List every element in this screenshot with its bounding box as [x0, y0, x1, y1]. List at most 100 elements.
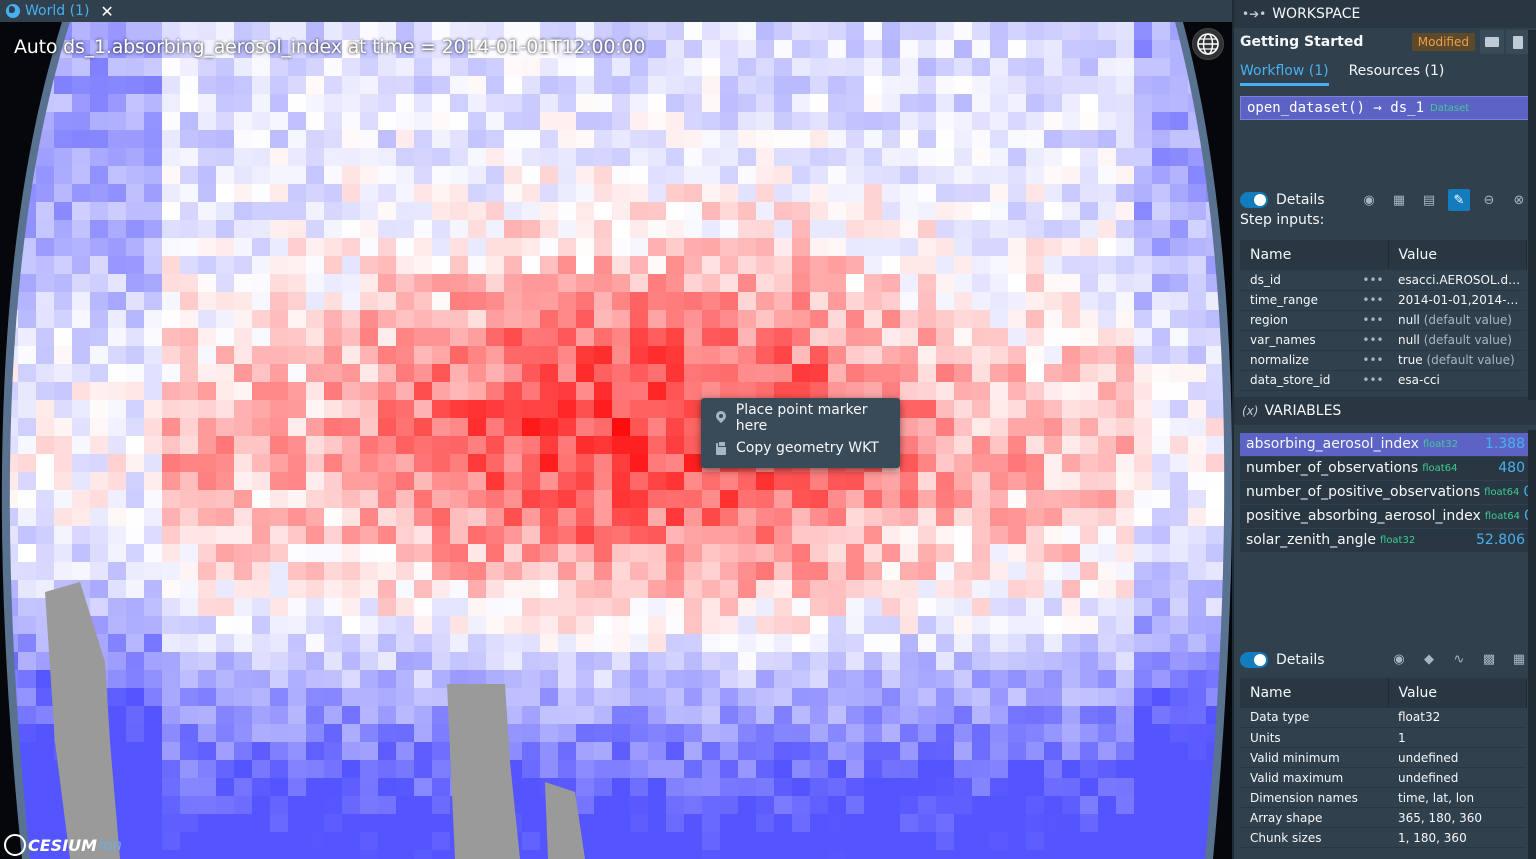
table-icon[interactable]: ▦	[1388, 189, 1410, 211]
variable-value: 1.388	[1484, 436, 1525, 452]
variable-name: absorbing_aerosol_index	[1246, 436, 1419, 452]
workflow-step-label: open_dataset() → ds_1	[1247, 100, 1425, 116]
globe-icon	[6, 4, 20, 18]
property-name: Units	[1240, 727, 1388, 748]
projection-toggle-button[interactable]	[1192, 28, 1224, 60]
workspace-tabs: Workflow (1) Resources (1)	[1234, 56, 1536, 86]
tab-workflow[interactable]: Workflow (1)	[1240, 63, 1329, 86]
input-name: data_store_id	[1240, 370, 1358, 391]
variable-name: positive_absorbing_aerosol_index	[1246, 508, 1481, 524]
property-name: Dimension names	[1240, 787, 1388, 808]
aerosol-heatmap-layer	[9, 22, 1225, 859]
map-marker-icon	[715, 411, 727, 425]
list-item[interactable]: number_of_observations float64 480	[1240, 456, 1530, 481]
remove-icon[interactable]: ⊖	[1478, 189, 1500, 211]
view-tab-bar: World (1) ✕	[0, 0, 1232, 22]
variables-list: absorbing_aerosol_index float32 1.388 numbe…	[1240, 432, 1533, 553]
column-header-value: Value	[1388, 240, 1527, 270]
property-value: float32	[1388, 707, 1526, 728]
table-row[interactable]: region ••• null (default value)	[1240, 310, 1526, 331]
variable-type: float32	[1422, 438, 1459, 450]
globe-canvas[interactable]	[0, 22, 1232, 859]
eye-icon[interactable]: ◉	[1388, 649, 1410, 671]
globe-icon	[1197, 33, 1219, 55]
input-name: var_names	[1240, 330, 1358, 351]
input-name: normalize	[1240, 350, 1358, 371]
list-item[interactable]: solar_zenith_angle float32 52.806	[1240, 528, 1530, 553]
table-row[interactable]: time_range•••2014-01-01,2014-12-31	[1240, 290, 1526, 311]
close-icon[interactable]: ✕	[100, 2, 113, 21]
cesium-ion-logo[interactable]: CESIUM ion	[4, 834, 122, 856]
table-icon[interactable]: ▦	[1508, 649, 1530, 671]
edit-icon[interactable]: ✎	[1448, 189, 1470, 211]
column-header-value: Value	[1388, 677, 1527, 708]
more-icon[interactable]: •••	[1358, 350, 1388, 371]
more-icon[interactable]: •••	[1358, 330, 1388, 351]
variable-name: number_of_positive_observations	[1246, 484, 1481, 500]
more-icon[interactable]: •••	[1358, 270, 1388, 291]
more-icon[interactable]: •••	[1358, 290, 1388, 311]
tab-resources[interactable]: Resources (1)	[1349, 63, 1445, 85]
property-name: Valid maximum	[1240, 767, 1388, 788]
tab-world[interactable]: World (1) ✕	[0, 0, 120, 22]
details-toggle[interactable]	[1240, 651, 1268, 668]
more-icon[interactable]: •••	[1358, 370, 1388, 391]
tab-world-label: World (1)	[25, 3, 90, 19]
save-icon[interactable]: ▤	[1418, 189, 1440, 211]
bar-chart-icon[interactable]: ▩	[1478, 649, 1500, 671]
variables-scrollbar[interactable]	[1528, 430, 1536, 859]
table-row[interactable]: var_names ••• null (default value)	[1240, 330, 1526, 351]
variable-type: float64	[1422, 462, 1458, 474]
list-item[interactable]: number_of_positive_observationsfloat640	[1240, 480, 1532, 505]
step-inputs-table: Name Value ds_id ••• esacci.AEROSOL.day… t…	[1240, 240, 1527, 391]
table-row: Chunk sizes 1, 180, 360	[1240, 827, 1526, 848]
variables-header-label: VARIABLES	[1264, 402, 1342, 419]
right-panel: •➔• WORKSPACE Getting Started Modified W…	[1232, 0, 1536, 859]
open-workspace-button[interactable]	[1480, 30, 1504, 54]
workspace-header: •➔• WORKSPACE	[1234, 0, 1536, 28]
clipboard-icon	[715, 441, 727, 455]
world-view[interactable]: World (1) ✕ Auto ds_1.absorbing_aerosol_…	[0, 0, 1232, 859]
workflow-icon: •➔•	[1242, 7, 1267, 21]
list-item[interactable]: absorbing_aerosol_index float32 1.388	[1240, 432, 1530, 457]
save-workspace-button[interactable]	[1506, 30, 1530, 54]
table-row[interactable]: data_store_id ••• esa-cci	[1240, 370, 1526, 391]
more-icon[interactable]: •••	[1358, 310, 1388, 331]
list-item[interactable]: positive_absorbing_aerosol_indexfloat640	[1240, 504, 1533, 529]
cesium-logo-icon	[4, 834, 26, 856]
delete-icon[interactable]: ⊗	[1508, 189, 1530, 211]
column-header-name: Name	[1240, 240, 1389, 270]
clipboard-icon	[1513, 35, 1523, 49]
eye-icon[interactable]: ◉	[1358, 189, 1380, 211]
variable-details-row: Details ◉ ◆ ∿ ▩ ▦	[1234, 648, 1536, 672]
layers-icon[interactable]: ◆	[1418, 649, 1440, 671]
menu-item-place-marker[interactable]: Place point marker here	[701, 402, 900, 434]
input-value: esa-cci	[1388, 370, 1526, 391]
workspace-header-label: WORKSPACE	[1272, 6, 1361, 22]
variable-type: float64	[1484, 510, 1520, 522]
table-row[interactable]: normalize ••• true (default value)	[1240, 350, 1526, 371]
input-name: time_range	[1240, 290, 1358, 311]
app-window: World (1) ✕ Auto ds_1.absorbing_aerosol_…	[0, 0, 1536, 859]
table-row[interactable]: ds_id ••• esacci.AEROSOL.day…	[1240, 270, 1526, 291]
workspace-scrollbar[interactable]	[1528, 30, 1536, 400]
workflow-step[interactable]: open_dataset() → ds_1 Dataset	[1240, 96, 1530, 120]
property-value: undefined	[1388, 767, 1526, 788]
workspace-title: Getting Started	[1240, 34, 1364, 50]
table-row: Units 1	[1240, 727, 1526, 748]
property-name: Array shape	[1240, 807, 1388, 828]
variable-name: number_of_observations	[1246, 460, 1419, 476]
workspace-title-row: Getting Started Modified	[1234, 28, 1536, 56]
table-row: Array shape 365, 180, 360	[1240, 807, 1526, 828]
property-name: Chunk sizes	[1240, 827, 1388, 848]
details-label: Details	[1276, 192, 1325, 208]
workflow-list: open_dataset() → ds_1 Dataset	[1240, 96, 1530, 188]
menu-item-label: Place point marker here	[735, 402, 868, 434]
folder-icon	[1485, 37, 1499, 47]
context-menu: Place point marker here Copy geometry WK…	[701, 398, 900, 468]
line-chart-icon[interactable]: ∿	[1448, 649, 1470, 671]
menu-item-copy-wkt[interactable]: Copy geometry WKT	[701, 433, 900, 463]
input-value: null (default value)	[1388, 330, 1526, 351]
details-toggle[interactable]	[1240, 192, 1268, 208]
details-label: Details	[1276, 651, 1325, 668]
